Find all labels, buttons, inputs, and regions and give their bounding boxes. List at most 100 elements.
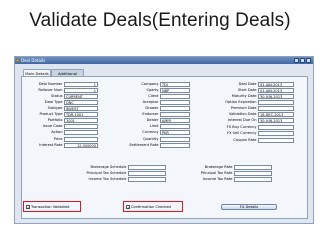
field-value[interactable] <box>160 143 190 148</box>
field-value[interactable]: AMIR <box>160 118 190 123</box>
field-issue-code[interactable]: Issue Code <box>43 124 98 129</box>
field-income-tax-rate[interactable]: Income Tax Rate <box>203 177 272 182</box>
field-value[interactable]: 1 <box>64 82 98 87</box>
field-value[interactable] <box>128 165 166 170</box>
minimize-button[interactable] <box>294 58 299 63</box>
field-value[interactable]: DNC <box>64 100 98 105</box>
field-value[interactable] <box>258 131 294 136</box>
field-acceptor[interactable]: Acceptor <box>143 100 190 105</box>
field-value[interactable]: 01-JAN-2013 <box>258 82 294 87</box>
field-value[interactable] <box>160 124 190 129</box>
field-value[interactable] <box>234 177 272 182</box>
field-status[interactable]: Status CURRENT <box>51 94 98 99</box>
field-premium-date[interactable]: Premium Date <box>231 106 294 111</box>
field-principal-tax-schedule[interactable]: Principal Tax Schedule <box>86 171 166 176</box>
field-start-date[interactable]: Start Date 01-JAN-2013 <box>238 88 294 93</box>
field-label: Price <box>53 137 63 141</box>
field-label: Action <box>51 130 63 134</box>
field-label: Endorser <box>142 112 159 116</box>
field-income-tax-schedule[interactable]: Income Tax Schedule <box>89 177 166 182</box>
field-value[interactable] <box>234 165 272 170</box>
field-label: Principal Tax Schedule <box>86 171 127 175</box>
field-value[interactable] <box>160 106 190 111</box>
field-brokerage-rate[interactable]: Brokerage Rate <box>205 165 272 170</box>
field-price[interactable]: Price <box>54 137 98 142</box>
field-label: Start Date <box>237 88 257 92</box>
field-value[interactable]: 12.000000 <box>64 143 98 148</box>
field-cparty[interactable]: Cparty NBP <box>146 88 190 93</box>
field-interest-rate[interactable]: Interest Rate 12.000000 <box>39 143 98 148</box>
field-brokerage-schedule[interactable]: Brokerage Schedule <box>90 165 166 170</box>
field-value[interactable] <box>128 171 166 176</box>
field-value[interactable]: 1 <box>64 88 98 93</box>
field-company[interactable]: Company TDI <box>141 82 190 87</box>
field-validation-date[interactable]: Validation Date 16-DEC-2013 <box>229 112 294 117</box>
field-quantity[interactable]: Quantity <box>143 137 190 142</box>
field-value[interactable] <box>64 124 98 129</box>
field-value[interactable] <box>258 125 294 130</box>
field-value[interactable]: PKR <box>160 130 190 135</box>
field-value[interactable]: 30-JUN-2013 <box>258 118 294 123</box>
field-currency[interactable]: Currency PKR <box>142 130 190 135</box>
field-value[interactable]: 16-DEC-2013 <box>258 112 294 117</box>
field-value[interactable] <box>160 112 190 117</box>
field-client[interactable]: Client <box>148 94 190 99</box>
close-button[interactable] <box>306 58 311 63</box>
field-label: FX Buy Currency <box>226 125 257 129</box>
field-deal-type[interactable]: Deal Type DNC <box>45 100 98 105</box>
tab-main-details[interactable]: Main Details <box>23 69 51 76</box>
field-label: Deal Type <box>44 100 63 104</box>
field-value[interactable] <box>64 137 98 142</box>
field-endorser[interactable]: Endorser <box>142 112 190 117</box>
field-value[interactable] <box>128 177 166 182</box>
field-drawer[interactable]: Drawer <box>145 106 190 111</box>
field-value[interactable] <box>258 138 294 143</box>
field-value[interactable] <box>160 137 190 142</box>
field-coupon-rate[interactable]: Coupon Rate <box>233 138 294 143</box>
field-value[interactable] <box>160 94 190 99</box>
field-label: Deal Date <box>238 82 257 86</box>
field-value[interactable]: 01-JAN-2013 <box>258 88 294 93</box>
field-portfolio[interactable]: Portfolio 1001 <box>48 118 98 123</box>
maximize-button[interactable] <box>300 58 305 63</box>
fx-details-button[interactable]: FX Details <box>221 204 277 210</box>
field-value[interactable] <box>64 130 98 135</box>
window-app-icon <box>16 58 19 62</box>
field-value[interactable]: INVEST <box>64 106 98 111</box>
field-deal-number[interactable]: Deal Number 1 <box>39 82 98 87</box>
field-value[interactable]: CURRENT <box>64 94 98 99</box>
field-value[interactable] <box>234 171 272 176</box>
field-maturity-date[interactable]: Maturity Date 30-JUN-2013 <box>232 94 294 99</box>
field-label: Dealer <box>146 118 159 122</box>
field-value[interactable] <box>258 100 294 105</box>
field-label: Company <box>141 82 159 86</box>
field-value[interactable]: 30-JUN-2013 <box>258 94 294 99</box>
field-value[interactable]: 1001 <box>64 118 98 123</box>
field-value[interactable] <box>160 100 190 105</box>
field-value[interactable]: TDR-1001 <box>64 112 98 117</box>
field-rollover-num[interactable]: Rollover Num 1 <box>38 88 98 93</box>
field-limit[interactable]: Limit <box>150 124 190 129</box>
field-label: Premium Date <box>230 106 257 110</box>
field-deal-date[interactable]: Deal Date 01-JAN-2013 <box>239 82 294 87</box>
field-dealer[interactable]: Dealer AMIR <box>147 118 190 123</box>
tab-additional-details[interactable]: Additional Details <box>51 69 84 83</box>
field-settlement-rate[interactable]: Settlement Rate <box>129 143 190 148</box>
field-fx-sell-currency[interactable]: FX Sell Currency <box>227 131 294 136</box>
field-value[interactable]: NBP <box>160 88 190 93</box>
field-option-expiration[interactable]: Option Expiration <box>225 100 294 105</box>
field-subtype[interactable]: Subtype INVEST <box>48 106 98 111</box>
field-action[interactable]: Action <box>51 130 98 135</box>
field-label: Coupon Rate <box>233 138 257 142</box>
field-label: FX Sell Currency <box>227 131 257 135</box>
field-interest-due-on[interactable]: Interest Due On 30-JUN-2013 <box>228 118 294 123</box>
field-label: Cparty <box>146 88 159 92</box>
field-label: Drawer <box>145 106 159 110</box>
field-value[interactable] <box>258 106 294 111</box>
field-product-type[interactable]: Product Type TDR-1001 <box>39 112 98 117</box>
field-principal-tax-rate[interactable]: Principal Tax Rate <box>201 171 272 176</box>
field-value[interactable]: TDI <box>160 82 190 87</box>
field-label: Issue Code <box>42 124 63 128</box>
field-label: Deal Number <box>38 82 63 86</box>
field-fx-buy-currency[interactable]: FX Buy Currency <box>227 125 294 130</box>
